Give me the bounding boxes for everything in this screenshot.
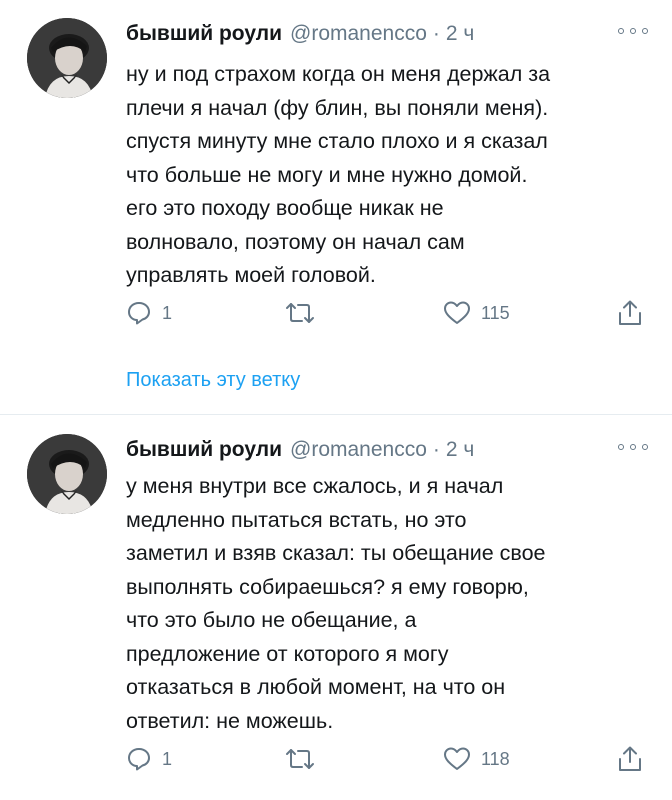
reply-icon: [128, 302, 150, 325]
tweet-actions: 1 118: [0, 744, 672, 774]
avatar[interactable]: [27, 18, 107, 98]
like-count: 115: [481, 302, 510, 323]
tweet-actions: 1 115: [0, 298, 672, 328]
share-button[interactable]: [617, 744, 643, 774]
reply-button[interactable]: 1: [126, 298, 172, 328]
author-name[interactable]: бывший роули: [126, 438, 282, 462]
timestamp[interactable]: 2 ч: [446, 438, 474, 462]
show-thread-link[interactable]: Показать эту ветку: [126, 369, 300, 392]
retweet-icon: [286, 749, 314, 769]
like-count: 118: [481, 748, 510, 769]
tweet-line: его это походу вообще никак не: [126, 196, 444, 220]
separator: ·: [432, 22, 440, 45]
reply-icon: [128, 748, 150, 771]
author-handle[interactable]: @romanencco: [290, 22, 427, 46]
reply-button[interactable]: 1: [126, 744, 172, 774]
tweet-2[interactable]: бывший роули @romanencco · 2 ч у меня вн…: [0, 434, 672, 800]
tweet-line: отказаться в любой момент, на что он: [126, 675, 506, 699]
more-icon[interactable]: [618, 440, 648, 454]
tweet-line: выполнять собираешься? я ему говорю,: [126, 574, 529, 599]
tweet-line: медленно пытаться встать, но это: [126, 507, 467, 532]
tweet-line: у меня внутри все сжалось, и я начал: [126, 474, 504, 498]
tweet-line: предложение от которого я могу: [126, 641, 449, 666]
more-icon[interactable]: [618, 24, 648, 38]
reply-count: 1: [162, 302, 173, 323]
reply-count: 1: [162, 748, 173, 769]
timestamp[interactable]: 2 ч: [446, 22, 474, 46]
share-icon: [619, 300, 641, 325]
separator: ·: [432, 438, 440, 461]
tweet-line: заметил и взяв сказал: ты обещание свое: [126, 541, 546, 565]
tweet-divider: [0, 414, 672, 415]
author-handle[interactable]: @romanencco: [290, 438, 427, 462]
tweet-line: волновало, поэтому он начал сам: [126, 229, 465, 254]
tweet-header: бывший роули @romanencco · 2 ч: [126, 434, 474, 466]
tweet-text: ну и под страхом когда он меня держал за…: [126, 58, 646, 293]
tweet-line: что больше не могу и мне нужно домой.: [126, 162, 528, 187]
tweet-line: ну и под страхом когда он меня держал за: [126, 62, 551, 86]
retweet-button[interactable]: [285, 744, 315, 774]
tweet-1[interactable]: бывший роули @romanencco · 2 ч ну и под …: [0, 18, 672, 408]
share-button[interactable]: [617, 298, 643, 328]
tweet-text: у меня внутри все сжалось, и я начал мед…: [126, 470, 646, 738]
tweet-line: управлять моей головой.: [126, 263, 376, 287]
tweet-line: ответил: не можешь.: [126, 708, 334, 733]
retweet-icon: [286, 303, 314, 323]
share-icon: [619, 746, 641, 771]
avatar-image: [27, 434, 107, 514]
tweet-header: бывший роули @romanencco · 2 ч: [126, 18, 474, 50]
tweet-line: плечи я начал (фу блин, вы поняли меня).: [126, 95, 549, 120]
heart-icon: [444, 747, 470, 770]
heart-icon: [444, 301, 470, 324]
avatar-image: [27, 18, 107, 98]
avatar[interactable]: [27, 434, 107, 514]
like-button[interactable]: 118: [443, 744, 510, 774]
author-name[interactable]: бывший роули: [126, 22, 282, 46]
tweet-line: спустя минуту мне стало плохо и я сказал: [126, 129, 548, 153]
like-button[interactable]: 115: [443, 298, 510, 328]
tweet-line: что это было не обещание, а: [126, 608, 417, 632]
retweet-button[interactable]: [285, 298, 315, 328]
